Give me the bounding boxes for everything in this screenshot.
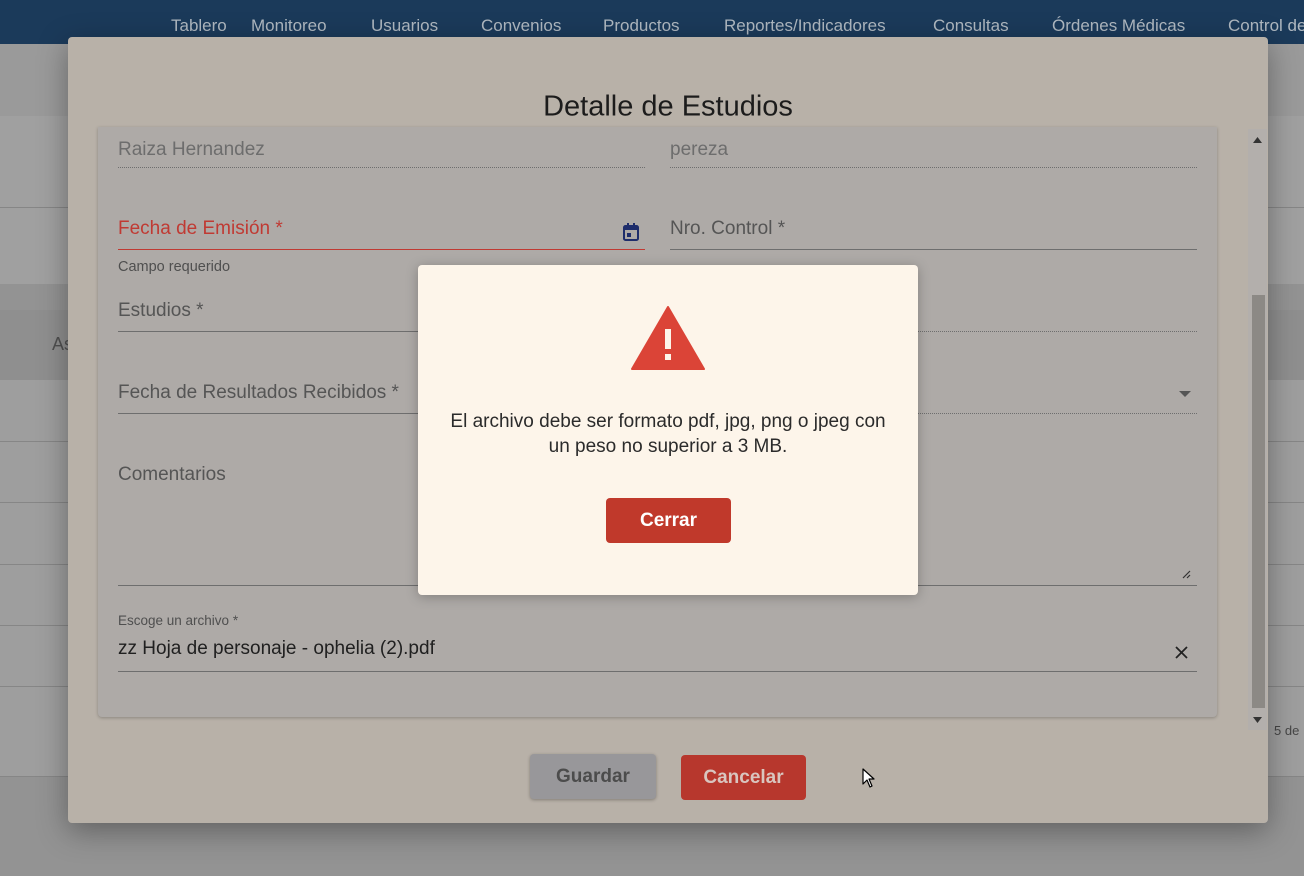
comments-label: Comentarios — [118, 464, 226, 485]
chevron-down-icon[interactable] — [1179, 391, 1191, 397]
file-input[interactable]: zz Hoja de personaje - ophelia (2).pdf — [118, 631, 1197, 673]
secondary-name-field[interactable]: pereza — [670, 127, 1197, 169]
alert-message: El archivo debe ser formato pdf, jpg, pn… — [450, 411, 886, 457]
warning-triangle-icon — [631, 306, 705, 370]
studies-label: Estudios * — [118, 300, 204, 321]
patient-name-field[interactable]: Raiza Hernandez — [118, 127, 645, 169]
field-underline — [118, 249, 645, 250]
close-alert-button[interactable]: Cerrar — [606, 498, 731, 543]
emission-date-field[interactable]: Fecha de Emisión * — [118, 207, 645, 251]
field-underline — [670, 249, 1197, 250]
file-format-alert: El archivo debe ser formato pdf, jpg, pn… — [418, 265, 918, 595]
emission-date-error: Campo requerido — [118, 259, 231, 275]
control-number-field[interactable]: Nro. Control * — [670, 207, 1197, 251]
mouse-cursor-icon — [862, 768, 875, 788]
field-underline — [670, 167, 1197, 168]
clear-icon[interactable] — [1175, 646, 1188, 659]
dialog-title: Detalle de Estudios — [543, 90, 793, 123]
control-number-label: Nro. Control * — [670, 218, 786, 239]
scroll-up-icon[interactable] — [1253, 137, 1262, 143]
emission-date-label: Fecha de Emisión * — [118, 218, 283, 239]
file-label: Escoge un archivo * — [118, 613, 239, 628]
field-underline — [118, 671, 1197, 672]
cancel-button[interactable]: Cancelar — [681, 755, 806, 800]
scrollbar-thumb[interactable] — [1252, 295, 1265, 708]
resize-handle-icon[interactable] — [1181, 569, 1191, 579]
scroll-down-icon[interactable] — [1253, 717, 1262, 723]
save-button[interactable]: Guardar — [530, 754, 656, 799]
patient-name-value: Raiza Hernandez — [118, 139, 265, 160]
secondary-name-value: pereza — [670, 139, 729, 160]
scrollbar[interactable] — [1248, 129, 1267, 730]
calendar-icon[interactable] — [623, 223, 639, 241]
field-underline — [118, 167, 645, 168]
file-value: zz Hoja de personaje - ophelia (2).pdf — [118, 638, 435, 659]
results-date-label: Fecha de Resultados Recibidos * — [118, 382, 399, 403]
